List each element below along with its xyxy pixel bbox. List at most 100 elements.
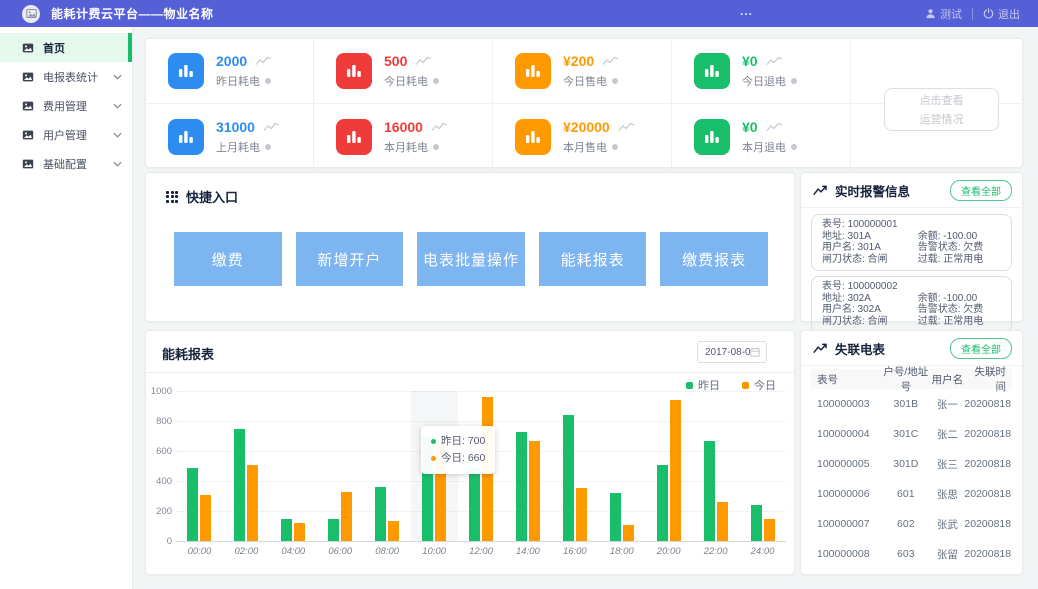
alert-field: 闸刀状态: 合闸: [822, 254, 918, 266]
tooltip-line: 昨日: 700: [431, 433, 485, 450]
table-cell: 603: [881, 548, 930, 560]
stat-value: ¥20000: [563, 119, 610, 135]
info-icon[interactable]: [265, 144, 271, 150]
x-axis-label: 22:00: [692, 546, 739, 557]
y-axis-label: 200: [146, 506, 172, 517]
sidebar-item-meter-report-stats[interactable]: 电报表统计: [0, 62, 132, 91]
bar-今日: [717, 502, 728, 541]
user-menu[interactable]: 测试: [925, 6, 962, 22]
app-header: 能耗计费云平台——物业名称 ... 测试 退出: [0, 0, 1038, 27]
stat-item: ¥0 本月退电: [672, 104, 851, 169]
bar-今日: [341, 492, 352, 542]
bar-今日: [247, 465, 258, 542]
info-icon[interactable]: [265, 78, 271, 84]
table-cell: 20200818: [964, 428, 1006, 440]
bar-group: [551, 391, 598, 541]
bar-昨日: [375, 487, 386, 541]
trend-icon: [813, 185, 828, 196]
quick-button[interactable]: 能耗报表: [539, 232, 647, 286]
table-column-header: 用户名: [930, 372, 964, 387]
alert-card: 表号: 100000002地址: 302A余额: -100.00用户名: 302…: [811, 276, 1012, 333]
user-icon: [925, 8, 936, 19]
chevron-down-icon: [113, 132, 122, 138]
date-picker[interactable]: [697, 341, 767, 363]
table-cell: 100000003: [817, 398, 881, 410]
alert-field: 告警状态: 欠费: [918, 304, 1001, 316]
quick-button[interactable]: 新增开户: [296, 232, 404, 286]
stat-item: ¥200 今日售电: [493, 39, 672, 103]
alert-field: 闸刀状态: 合闸: [822, 316, 918, 328]
info-icon[interactable]: [612, 78, 618, 84]
x-axis-label: 08:00: [364, 546, 411, 557]
stat-value: ¥0: [742, 53, 758, 69]
info-icon[interactable]: [612, 144, 618, 150]
stat-item: 500 今日耗电: [314, 39, 493, 103]
x-axis-label: 12:00: [458, 546, 505, 557]
table-cell: 100000008: [817, 548, 881, 560]
stat-label: 上月耗电: [216, 139, 260, 155]
logo-icon: [22, 5, 40, 23]
x-axis-label: 16:00: [551, 546, 598, 557]
bar-今日: [623, 525, 634, 542]
lost-meters-header: 失联电表 查看全部: [801, 331, 1022, 366]
x-axis-label: 02:00: [223, 546, 270, 557]
quick-button[interactable]: 电表批量操作: [417, 232, 525, 286]
date-input[interactable]: [698, 347, 750, 358]
table-row: 100000007602张武20200818: [811, 509, 1012, 539]
stat-label: 昨日耗电: [216, 73, 260, 89]
ops-line2: 运营情况: [920, 111, 964, 127]
table-row: 100000008603张留20200818: [811, 539, 1012, 569]
quick-button[interactable]: 缴费: [174, 232, 282, 286]
bar-chart-icon: [336, 119, 372, 155]
info-icon[interactable]: [433, 144, 439, 150]
sparkline-icon: [415, 56, 432, 66]
alerts-view-all-button[interactable]: 查看全部: [950, 180, 1012, 201]
table-cell: 张二: [930, 427, 964, 442]
header-more-menu[interactable]: ...: [740, 4, 753, 18]
bar-昨日: [328, 519, 339, 542]
alert-meter-no: 表号: 100000002: [822, 281, 1001, 293]
sidebar-item-basic-config[interactable]: 基础配置: [0, 149, 132, 178]
stat-value: ¥200: [563, 53, 594, 69]
operations-overview-button[interactable]: 点击查看 运营情况: [884, 88, 999, 131]
bar-group: [692, 391, 739, 541]
table-cell: 20200818: [964, 488, 1006, 500]
sparkline-icon: [263, 122, 280, 132]
bar-昨日: [751, 505, 762, 541]
alert-list: 表号: 100000001地址: 301A余额: -100.00用户名: 301…: [811, 214, 1012, 333]
bar-昨日: [234, 429, 245, 542]
menu-image-icon: [22, 129, 34, 141]
table-cell: 20200818: [964, 548, 1006, 560]
menu-image-icon: [22, 71, 34, 83]
sidebar-item-home[interactable]: 首页: [0, 33, 132, 62]
calendar-icon[interactable]: [750, 347, 760, 357]
lost-meters-view-all-button[interactable]: 查看全部: [950, 338, 1012, 359]
bar-group: [598, 391, 645, 541]
alert-field: 告警状态: 欠费: [918, 242, 1001, 254]
table-cell: 张思: [930, 487, 964, 502]
quick-button[interactable]: 缴费报表: [660, 232, 768, 286]
info-icon[interactable]: [791, 78, 797, 84]
table-cell: 20200818: [964, 398, 1006, 410]
menu-image-icon: [22, 158, 34, 170]
header-right: 测试 退出: [925, 0, 1020, 27]
alert-field: 过载: 正常用电: [918, 316, 1001, 328]
info-icon[interactable]: [791, 144, 797, 150]
alert-card: 表号: 100000001地址: 301A余额: -100.00用户名: 301…: [811, 214, 1012, 271]
header-divider: [972, 8, 973, 20]
menu-image-icon: [22, 42, 34, 54]
table-cell: 张武: [930, 517, 964, 532]
table-column-header: 表号: [817, 372, 881, 387]
energy-report-card: 能耗报表 昨日今日 02004006008001000昨日: 700今日: 66…: [145, 330, 795, 575]
table-cell: 601: [881, 488, 930, 500]
sidebar-item-label: 用户管理: [43, 127, 113, 143]
logout-button[interactable]: 退出: [983, 6, 1020, 22]
bar-chart-icon: [168, 119, 204, 155]
info-icon[interactable]: [433, 78, 439, 84]
sidebar-item-user-management[interactable]: 用户管理: [0, 120, 132, 149]
x-axis-label: 18:00: [598, 546, 645, 557]
bar-chart-icon: [336, 53, 372, 89]
table-cell: 602: [881, 518, 930, 530]
sidebar-item-fee-management[interactable]: 费用管理: [0, 91, 132, 120]
table-row: 100000004301C张二20200818: [811, 419, 1012, 449]
